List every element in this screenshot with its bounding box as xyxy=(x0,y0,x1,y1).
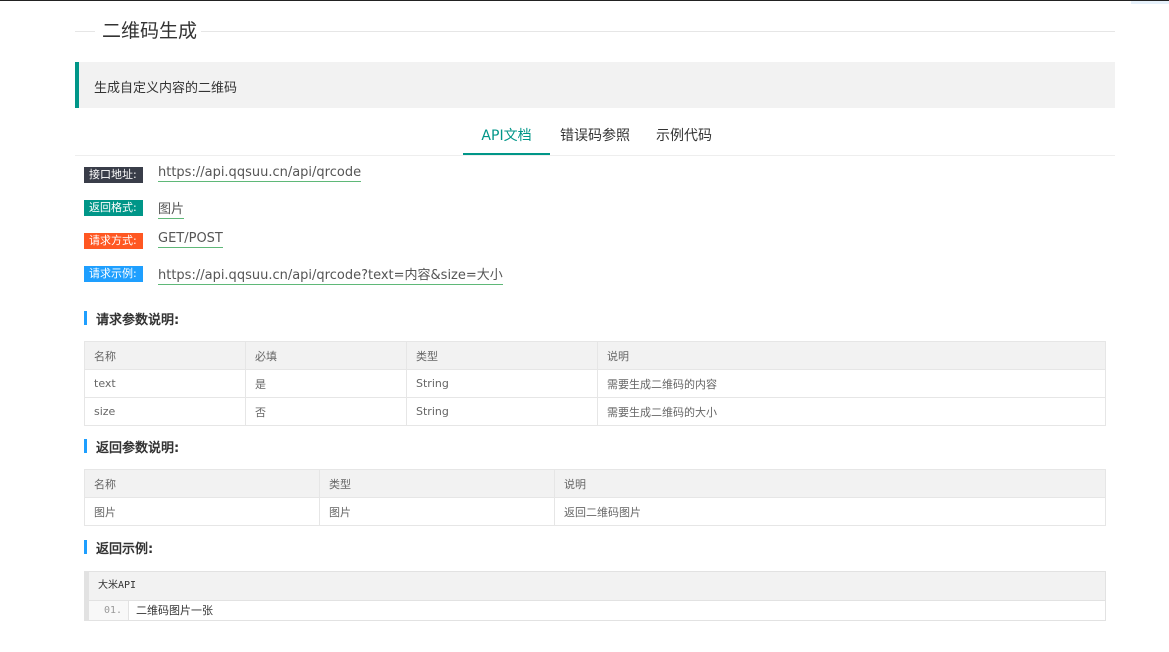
request-params-title: 请求参数说明: xyxy=(96,313,180,328)
tab-bar: API文档 错误码参照 示例代码 xyxy=(75,121,1115,156)
section-bar xyxy=(84,439,87,453)
table-header-row: 名称 类型 说明 xyxy=(84,469,1106,498)
column-header: 名称 xyxy=(84,469,320,498)
page-title-row: 二维码生成 xyxy=(75,19,1115,45)
endpoint-link[interactable]: https://api.qqsuu.cn/api/qrcode xyxy=(158,165,362,182)
table-cell: 返回二维码图片 xyxy=(554,497,1106,526)
request-params-table: 名称 必填 类型 说明 text 是 String 需要生成二维码的内容 siz… xyxy=(84,341,1106,426)
table-cell: 图片 xyxy=(319,497,555,526)
response-params-title: 返回参数说明: xyxy=(96,441,180,456)
table-cell: 需要生成二维码的大小 xyxy=(597,397,1106,426)
description-text: 生成自定义内容的二维码 xyxy=(94,81,238,96)
table-cell: 需要生成二维码的内容 xyxy=(597,369,1106,398)
section-bar xyxy=(84,311,87,325)
response-params-table: 名称 类型 说明 图片 图片 返回二维码图片 xyxy=(84,469,1106,526)
table-cell: 图片 xyxy=(84,497,320,526)
page-title: 二维码生成 xyxy=(102,20,198,42)
table-cell: 是 xyxy=(245,369,407,398)
example-badge: 请求示例: xyxy=(84,266,143,282)
format-badge: 返回格式: xyxy=(84,200,143,216)
line-content: 二维码图片一张 xyxy=(136,604,213,617)
column-header: 说明 xyxy=(554,469,1106,498)
format-value: 图片 xyxy=(158,198,185,219)
table-row: text 是 String 需要生成二维码的内容 xyxy=(84,369,1106,398)
column-header: 名称 xyxy=(84,341,246,370)
table-cell: String xyxy=(406,397,598,426)
title-divider-right xyxy=(201,31,1115,32)
table-row: size 否 String 需要生成二维码的大小 xyxy=(84,397,1106,426)
section-bar xyxy=(84,540,87,554)
table-header-row: 名称 必填 类型 说明 xyxy=(84,341,1106,370)
column-header: 说明 xyxy=(597,341,1106,370)
method-value: GET/POST xyxy=(158,231,223,248)
title-divider-left xyxy=(75,31,95,32)
table-cell: String xyxy=(406,369,598,398)
code-block: 大米API 01. 二维码图片一张 xyxy=(84,571,1106,621)
table-cell: 否 xyxy=(245,397,407,426)
tab-api-docs[interactable]: API文档 xyxy=(463,121,550,155)
line-number: 01. xyxy=(89,601,129,620)
endpoint-badge: 接口地址: xyxy=(84,167,143,183)
code-block-title: 大米API xyxy=(89,572,1105,601)
tab-error-codes[interactable]: 错误码参照 xyxy=(555,121,635,155)
table-row: 图片 图片 返回二维码图片 xyxy=(84,497,1106,526)
response-example-title: 返回示例: xyxy=(96,542,154,557)
column-header: 类型 xyxy=(406,341,598,370)
description-quote: 生成自定义内容的二维码 xyxy=(75,62,1115,108)
method-badge: 请求方式: xyxy=(84,233,143,249)
code-line: 01. 二维码图片一张 xyxy=(89,601,1105,620)
example-link[interactable]: https://api.qqsuu.cn/api/qrcode?text=内容&… xyxy=(158,264,503,285)
table-cell: size xyxy=(84,397,246,426)
corner-accent xyxy=(1131,1,1169,4)
column-header: 必填 xyxy=(245,341,407,370)
column-header: 类型 xyxy=(319,469,555,498)
tab-sample-code[interactable]: 示例代码 xyxy=(647,121,721,155)
table-cell: text xyxy=(84,369,246,398)
